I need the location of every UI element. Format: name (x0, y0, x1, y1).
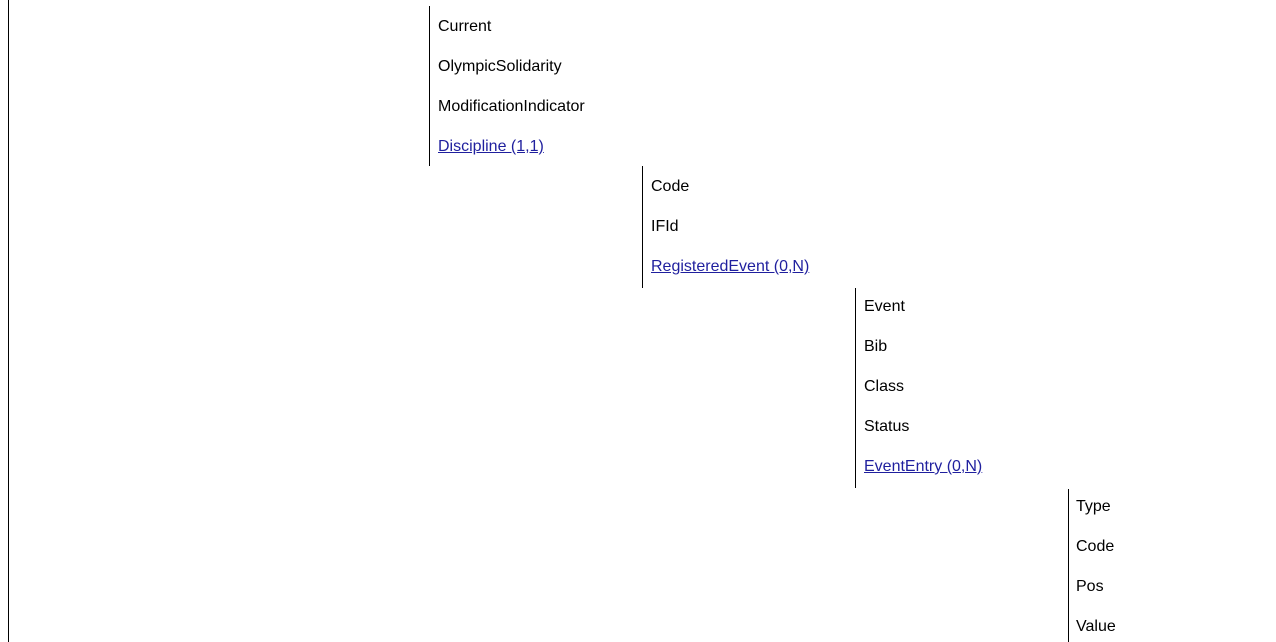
field-bib: Bib (864, 338, 888, 355)
field-ifid: IFId (651, 218, 679, 235)
field-event: Event (864, 298, 905, 315)
tree-rule-level2 (642, 166, 643, 288)
field-olympic-solidarity: OlympicSolidarity (438, 58, 562, 75)
tree-rule-level3 (855, 288, 856, 488)
tree-rule-level1 (429, 6, 430, 166)
link-registered-event[interactable]: RegisteredEvent (0,N) (651, 257, 809, 277)
field-type: Type (1076, 498, 1111, 515)
tree-rule-level4 (1068, 489, 1069, 642)
field-status: Status (864, 418, 910, 435)
field-code: Code (1076, 538, 1115, 555)
field-value: Value (1076, 618, 1116, 635)
field-code: Code (651, 178, 690, 195)
field-pos: Pos (1076, 578, 1104, 595)
field-class: Class (864, 378, 905, 395)
tree-rule-root (8, 0, 9, 642)
link-event-entry[interactable]: EventEntry (0,N) (864, 457, 982, 477)
link-discipline[interactable]: Discipline (1,1) (438, 137, 544, 157)
field-current: Current (438, 18, 492, 35)
field-modification-indicator: ModificationIndicator (438, 98, 585, 115)
